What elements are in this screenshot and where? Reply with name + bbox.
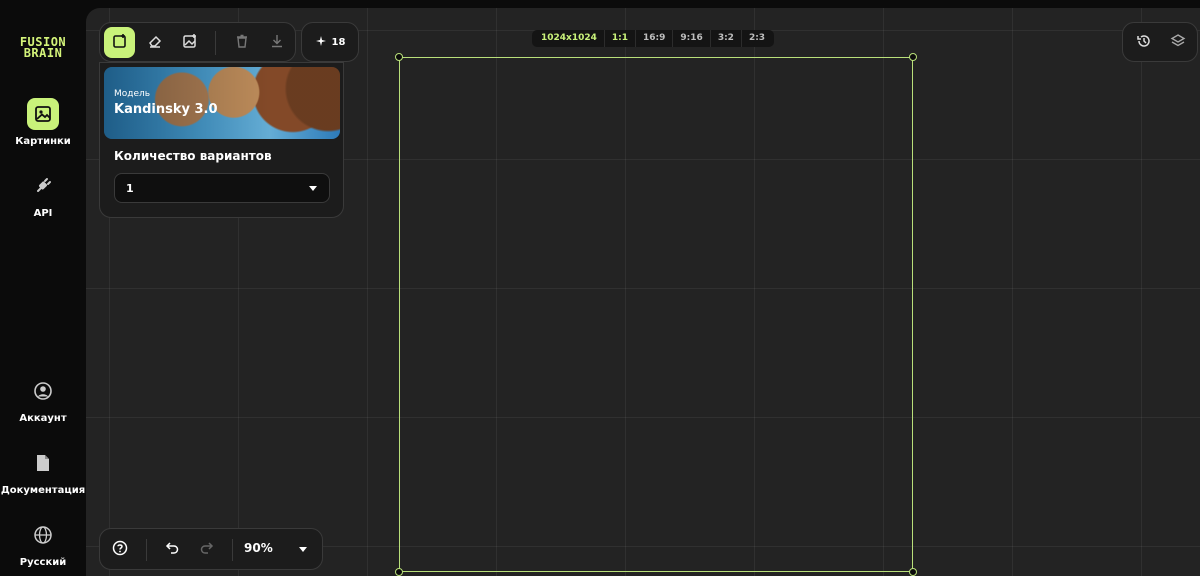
history-icon <box>1136 33 1152 53</box>
sidebar-item-account[interactable]: Аккаунт <box>0 375 86 424</box>
image-edit-icon <box>182 33 198 53</box>
sparkle-icon <box>315 35 327 50</box>
layers-icon <box>1170 33 1186 53</box>
ratio-option-9-16[interactable]: 9:16 <box>673 30 711 47</box>
sidebar-item-label: Аккаунт <box>19 413 67 424</box>
resize-handle-bottom-left[interactable] <box>395 568 403 576</box>
trash-icon <box>235 33 249 52</box>
redo-button[interactable] <box>195 538 219 562</box>
generation-frame[interactable] <box>395 53 917 576</box>
ratio-option-2-3[interactable]: 2:3 <box>742 30 772 47</box>
redo-icon <box>199 540 215 560</box>
variants-select[interactable]: 1 <box>114 173 330 203</box>
credits-count: 18 <box>331 36 346 48</box>
download-button[interactable] <box>261 27 292 58</box>
download-icon <box>270 33 284 52</box>
variants-label: Количество вариантов <box>114 149 272 163</box>
sidebar-item-label: Русский <box>19 557 67 568</box>
account-icon <box>27 375 59 407</box>
logo[interactable]: FUSION BRAIN <box>0 36 86 60</box>
delete-button[interactable] <box>226 27 257 58</box>
tool-panel <box>99 22 296 62</box>
right-tool-panel <box>1122 22 1198 62</box>
resize-handle-top-right[interactable] <box>909 53 917 61</box>
chevron-down-icon[interactable] <box>299 547 307 552</box>
toolbar-divider <box>232 539 233 561</box>
add-image-icon <box>112 33 128 53</box>
eraser-button[interactable] <box>139 27 170 58</box>
toolbar-divider <box>215 31 216 55</box>
model-name: Kandinsky 3.0 <box>114 102 218 117</box>
model-label: Модель <box>114 89 151 99</box>
add-image-button[interactable] <box>104 27 135 58</box>
resize-handle-top-left[interactable] <box>395 53 403 61</box>
credits-counter[interactable]: 18 <box>301 22 359 62</box>
sidebar-item-label: API <box>33 208 53 219</box>
eraser-icon <box>147 33 163 53</box>
plug-icon <box>27 170 59 202</box>
variants-value: 1 <box>126 182 134 195</box>
document-icon <box>27 447 59 479</box>
layers-button[interactable] <box>1166 31 1190 55</box>
sidebar-item-images[interactable]: Картинки <box>0 98 86 147</box>
sidebar-item-api[interactable]: API <box>0 170 86 219</box>
sidebar-item-documentation[interactable]: Документация <box>0 447 86 496</box>
undo-button[interactable] <box>160 538 184 562</box>
ratio-option-16-9[interactable]: 16:9 <box>636 30 674 47</box>
history-button[interactable] <box>1132 31 1156 55</box>
ratio-option-3-2[interactable]: 3:2 <box>711 30 742 47</box>
chevron-down-icon <box>309 186 317 191</box>
generation-settings-panel: Модель Kandinsky 3.0 Количество варианто… <box>99 62 344 218</box>
image-edit-button[interactable] <box>174 27 205 58</box>
sidebar-item-language[interactable]: Русский <box>0 519 86 568</box>
logo-line-2: BRAIN <box>23 46 63 60</box>
globe-icon <box>27 519 59 551</box>
sidebar-item-label: Документация <box>0 485 86 496</box>
bottom-toolbar: 90% <box>99 528 323 570</box>
undo-icon <box>164 540 180 560</box>
resolution-label: 1024x1024 <box>534 30 605 47</box>
ratio-option-1-1[interactable]: 1:1 <box>605 30 637 47</box>
sidebar-item-label: Картинки <box>15 136 71 147</box>
sidebar: FUSION BRAIN Картинки API Аккаунт Докуме… <box>0 0 86 576</box>
aspect-ratio-bar: 1024x1024 1:1 16:9 9:16 3:2 2:3 <box>532 30 775 47</box>
help-icon <box>112 540 128 560</box>
help-button[interactable] <box>108 538 132 562</box>
toolbar-divider <box>146 539 147 561</box>
model-card[interactable]: Модель Kandinsky 3.0 <box>104 67 340 139</box>
image-icon <box>27 98 59 130</box>
resize-handle-bottom-right[interactable] <box>909 568 917 576</box>
zoom-level[interactable]: 90% <box>244 541 273 555</box>
